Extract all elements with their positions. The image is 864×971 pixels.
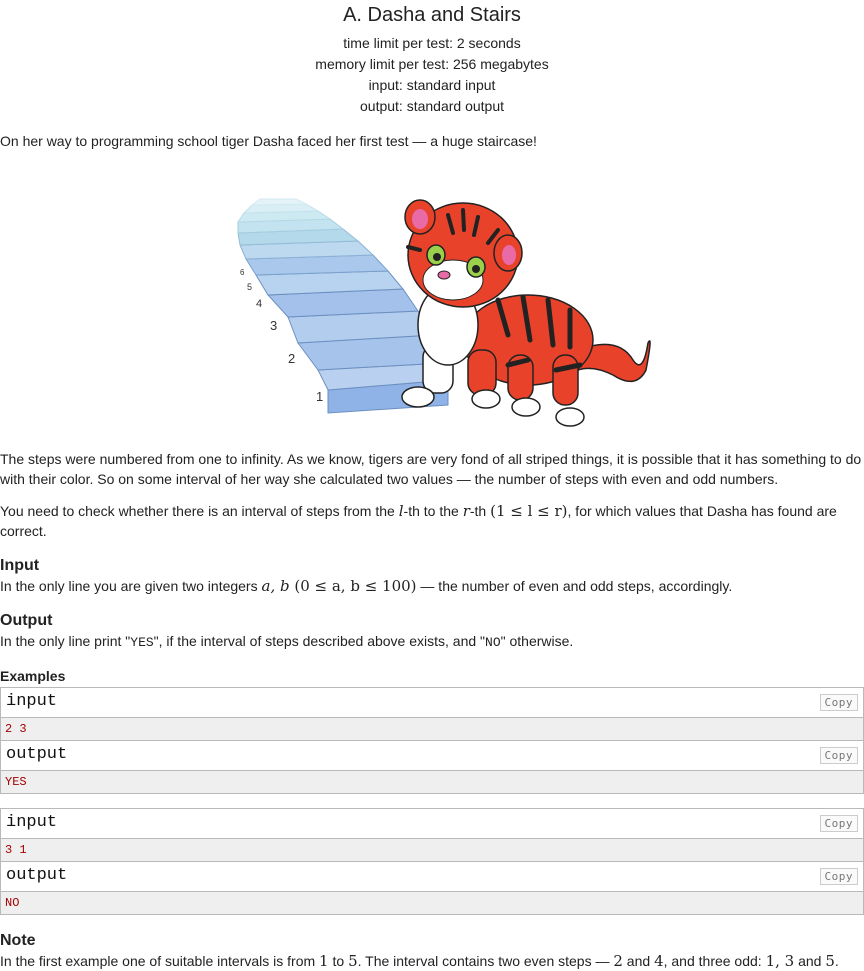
note-n1: 1 xyxy=(319,952,329,970)
intro-paragraph: On her way to programming school tiger D… xyxy=(0,133,537,149)
input-condition: (0 ≤ a, b ≤ 100) xyxy=(289,577,417,595)
note-title: Note xyxy=(0,932,36,949)
note-odds: 1, 3 xyxy=(765,952,795,970)
note-text-d: and xyxy=(622,953,655,969)
task-text-b: -th to the xyxy=(403,503,463,519)
copy-button[interactable]: Copy xyxy=(819,694,858,711)
example-2-input-header: input Copy xyxy=(1,809,863,839)
output-section-text: In the only line print "YES", if the int… xyxy=(0,631,864,653)
example-2-output: NO xyxy=(1,892,863,914)
step-label-2: 2 xyxy=(288,351,295,366)
description-paragraph: The steps were numbered from one to infi… xyxy=(0,451,862,487)
input-label: input xyxy=(6,692,58,711)
example-2-input: 3 1 xyxy=(1,839,863,862)
task-paragraph: You need to check whether there is an in… xyxy=(0,501,864,541)
note-n5b: 5 xyxy=(825,952,835,970)
tiger xyxy=(401,199,651,427)
var-r: r xyxy=(462,502,470,520)
step-label-4: 4 xyxy=(256,298,262,310)
task-text-c: -th xyxy=(469,503,491,519)
example-1: input Copy 2 3 output Copy YES xyxy=(0,687,864,794)
example-1-output: YES xyxy=(1,771,863,793)
note-text-g: . xyxy=(834,953,839,969)
memory-limit: memory limit per test: 256 megabytes xyxy=(315,56,549,72)
example-1-input-header: input Copy xyxy=(1,688,863,718)
step-label-1: 1 xyxy=(316,389,323,404)
copy-button[interactable]: Copy xyxy=(819,815,858,832)
example-2-output-header: output Copy xyxy=(1,862,863,892)
output-text-c: " otherwise. xyxy=(500,633,574,649)
problem-header: A. Dasha and Stairs time limit per test:… xyxy=(0,0,864,117)
note-text-b: to xyxy=(328,953,349,969)
output-no: NO xyxy=(485,635,501,650)
note-text-f: and xyxy=(794,953,826,969)
output-label: output xyxy=(6,866,68,885)
time-limit: time limit per test: 2 seconds xyxy=(343,35,521,51)
task-condition: (1 ≤ l ≤ r) xyxy=(490,502,568,520)
example-1-output-header: output Copy xyxy=(1,741,863,771)
step-label-6: 6 xyxy=(240,268,245,277)
output-label: output xyxy=(6,745,68,764)
problem-title: A. Dasha and Stairs xyxy=(343,4,521,26)
output-section-title: Output xyxy=(0,612,53,629)
step-label-5: 5 xyxy=(247,282,252,292)
tiger-stairs-illustration: 1 2 3 4 5 6 xyxy=(237,198,651,427)
output-yes: YES xyxy=(130,635,154,650)
output-text-b: ", if the interval of steps described ab… xyxy=(153,633,486,649)
examples-title: Examples xyxy=(0,668,66,684)
task-text-a: You need to check whether there is an in… xyxy=(0,503,399,519)
input-section-text: In the only line you are given two integ… xyxy=(0,576,864,596)
note-n5: 5 xyxy=(348,952,358,970)
note-n4: 4 xyxy=(654,952,664,970)
input-text-b: — the number of even and odd steps, acco… xyxy=(416,578,733,594)
example-1-input: 2 3 xyxy=(1,718,863,741)
note-text-a: In the first example one of suitable int… xyxy=(0,953,320,969)
input-section-title: Input xyxy=(0,557,40,574)
note-text-e: , and three odd: xyxy=(663,953,766,969)
step-label-3: 3 xyxy=(270,318,277,333)
note-text: In the first example one of suitable int… xyxy=(0,951,864,971)
output-text-a: In the only line print " xyxy=(0,633,131,649)
copy-button[interactable]: Copy xyxy=(819,747,858,764)
input-text-a: In the only line you are given two integ… xyxy=(0,578,262,594)
input-spec: input: standard input xyxy=(368,77,496,93)
note-text-c: . The interval contains two even steps — xyxy=(357,953,614,969)
copy-button[interactable]: Copy xyxy=(819,868,858,885)
output-spec: output: standard output xyxy=(360,98,504,114)
input-vars: a, b xyxy=(261,577,290,595)
note-n2: 2 xyxy=(613,952,623,970)
input-label: input xyxy=(6,813,58,832)
example-2: input Copy 3 1 output Copy NO xyxy=(0,808,864,915)
